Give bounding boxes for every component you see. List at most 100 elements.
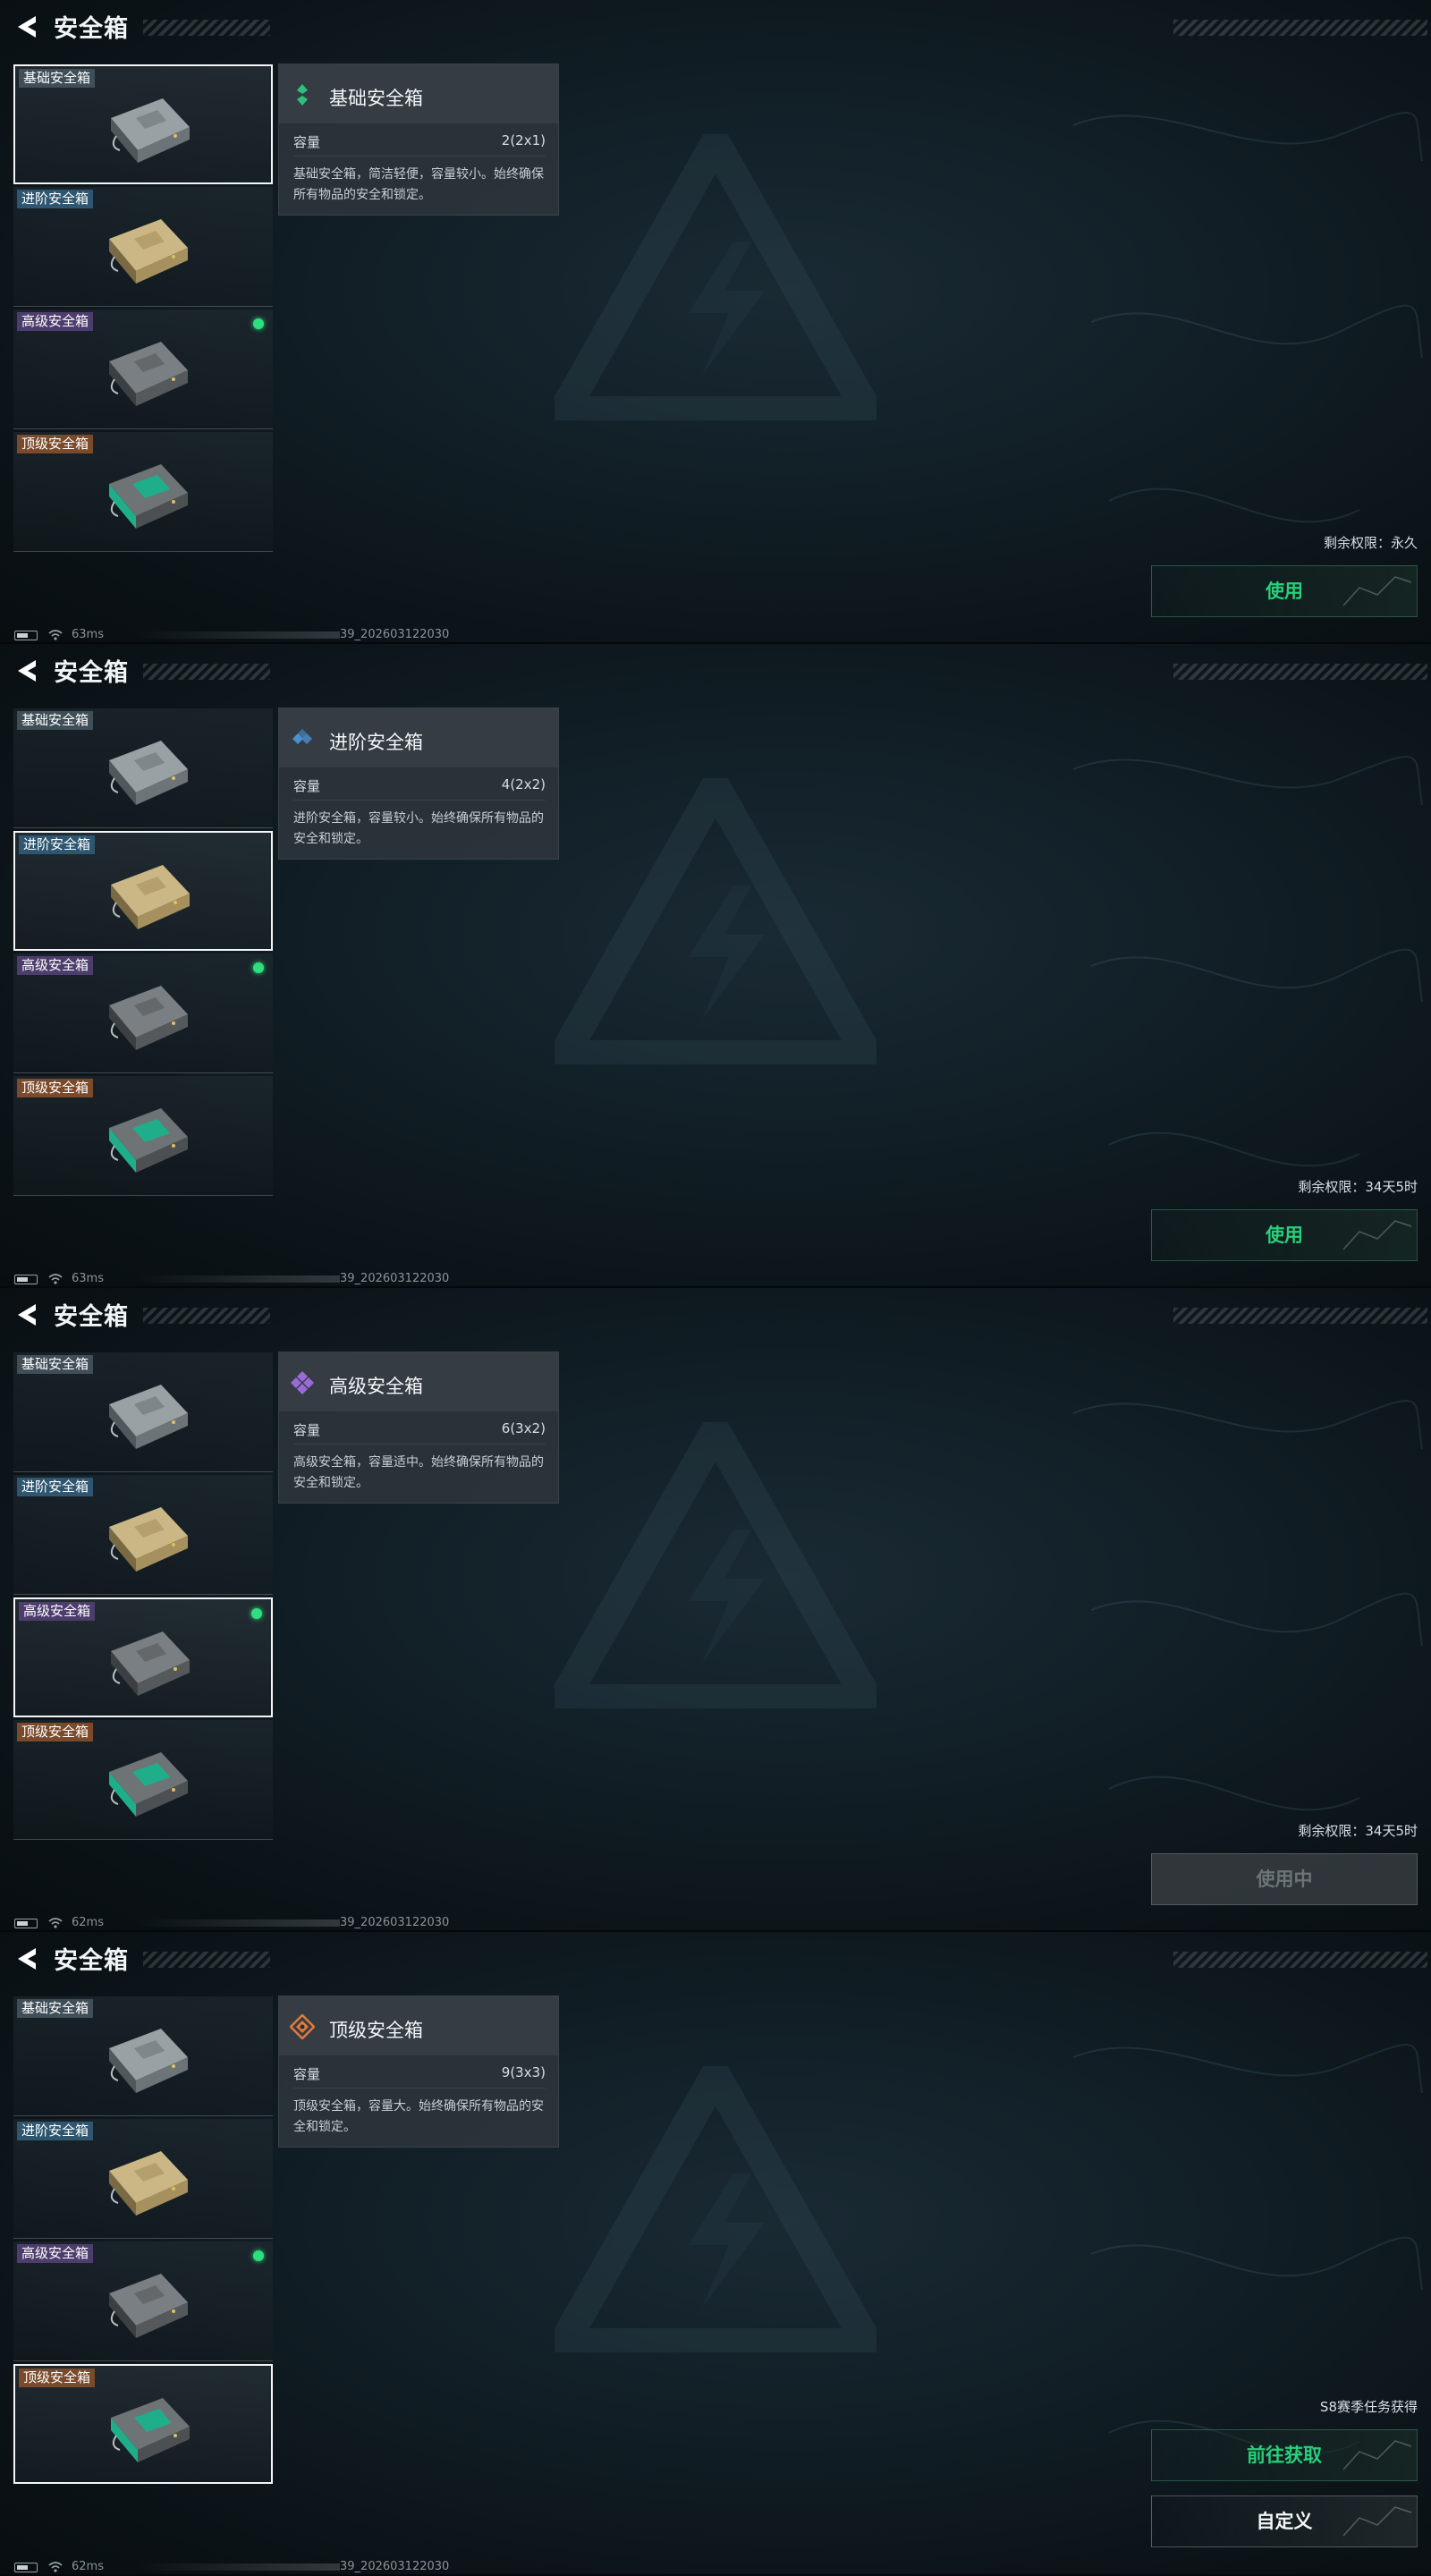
back-arrow-icon[interactable]	[13, 1299, 45, 1331]
header-hatch-decoration	[1173, 1308, 1427, 1324]
capacity-row: 容量 6(3x2)	[293, 1417, 546, 1445]
build-id: 39_202603122030	[340, 1272, 450, 1285]
safe-box-item-label: 顶级安全箱	[17, 1079, 94, 1097]
page-title: 安全箱	[54, 659, 129, 687]
header-hatch-decoration	[143, 20, 270, 36]
battery-icon	[14, 1919, 38, 1928]
safe-box-item[interactable]: 顶级安全箱	[13, 432, 273, 552]
safe-box-case-icon	[109, 464, 188, 529]
header-hatch-decoration	[1173, 1952, 1427, 1968]
use-button[interactable]: 使用	[1151, 565, 1418, 617]
safe-box-item-label: 进阶安全箱	[17, 1478, 94, 1496]
in-use-button: 使用中	[1151, 1853, 1418, 1905]
safe-box-case-icon	[109, 342, 188, 406]
safe-box-item-label: 顶级安全箱	[17, 1723, 94, 1741]
button-decoration	[1342, 576, 1412, 606]
background-logo-icon	[555, 2066, 876, 2352]
safe-box-case-icon	[109, 1752, 188, 1817]
remaining-permission: 剩余权限：永久	[1323, 535, 1418, 551]
header-hatch-decoration	[1173, 664, 1427, 680]
safe-box-list: 基础安全箱进阶安全箱高级安全箱顶级安全箱	[13, 1352, 273, 1843]
safe-box-item[interactable]: 顶级安全箱	[13, 2364, 273, 2484]
safe-box-list: 基础安全箱 进阶安全箱 高级安全箱 顶级安全箱	[13, 64, 273, 555]
safe-box-info-card: 高级安全箱 容量 6(3x2) 高级安全箱，容量适中。始终确保所有物品的安全和锁…	[278, 1352, 559, 1504]
safe-box-item[interactable]: 基础安全箱	[13, 708, 273, 828]
safe-box-case-icon	[111, 98, 190, 163]
safe-box-item[interactable]: 基础安全箱	[13, 1352, 273, 1472]
customize-button[interactable]: 自定义	[1151, 2496, 1418, 2547]
safe-box-item[interactable]: 进阶安全箱	[13, 187, 273, 307]
capacity-row: 容量 2(2x1)	[293, 129, 546, 157]
back-arrow-icon[interactable]	[13, 1943, 45, 1975]
safe-box-item-label: 高级安全箱	[17, 956, 94, 975]
use-button[interactable]: 使用	[1151, 1209, 1418, 1261]
status-bar: 63ms 39_202603122030	[0, 626, 1431, 644]
page-title: 安全箱	[54, 1947, 129, 1975]
safe-box-screen: 安全箱 基础安全箱 进阶安全箱 高级安全箱 顶级安全箱 基础安全箱 容量 2(2x1)…	[0, 0, 1431, 644]
background-logo-icon	[555, 1422, 876, 1708]
safe-box-item[interactable]: 顶级安全箱	[13, 1720, 273, 1840]
capacity-value: 2(2x1)	[501, 132, 546, 148]
safe-box-item[interactable]: 高级安全箱	[13, 1597, 273, 1717]
wifi-icon	[48, 630, 63, 640]
safe-box-item-label: 进阶安全箱	[17, 2122, 94, 2140]
info-card-header: 高级安全箱	[279, 1352, 558, 1411]
remaining-permission: S8赛季任务获得	[1319, 2399, 1418, 2415]
info-card-title: 进阶安全箱	[329, 732, 423, 753]
status-bar-fade	[134, 1275, 340, 1283]
background-logo-icon	[555, 778, 876, 1064]
safe-box-case-icon	[109, 2274, 188, 2338]
safe-box-item-label: 基础安全箱	[17, 1999, 94, 2018]
safe-box-item[interactable]: 高级安全箱	[13, 309, 273, 429]
rank-top-icon	[290, 2014, 315, 2039]
status-bar-fade	[134, 1919, 340, 1927]
button-label: 使用	[1266, 1224, 1303, 1246]
equipped-dot-icon	[253, 2250, 264, 2261]
safe-box-screen: 安全箱 基础安全箱 进阶安全箱 高级安全箱 顶级安全箱 顶级安全箱 容量 9(3x3)…	[0, 1932, 1431, 2576]
top-bar: 安全箱	[0, 1932, 1431, 1989]
background-map-lines	[1072, 112, 1423, 523]
back-arrow-icon[interactable]	[13, 11, 45, 43]
status-bar: 63ms 39_202603122030	[0, 1270, 1431, 1288]
go-obtain-button[interactable]: 前往获取	[1151, 2429, 1418, 2481]
capacity-row: 容量 4(2x2)	[293, 773, 546, 801]
capacity-label: 容量	[293, 1422, 321, 1438]
safe-box-item[interactable]: 顶级安全箱	[13, 1076, 273, 1196]
safe-box-case-icon	[111, 2398, 190, 2462]
safe-box-item[interactable]: 基础安全箱	[13, 1996, 273, 2116]
safe-box-item-label: 进阶安全箱	[19, 835, 96, 854]
background-logo-icon	[555, 134, 876, 420]
safe-box-item-label: 基础安全箱	[17, 711, 94, 730]
capacity-label: 容量	[293, 778, 321, 794]
rank-advanced-icon	[292, 729, 312, 744]
status-bar-fade	[134, 2563, 340, 2571]
button-decoration	[1342, 2440, 1412, 2470]
equipped-dot-icon	[253, 962, 264, 973]
info-card-header: 基础安全箱	[279, 64, 558, 123]
safe-box-screen: 安全箱 基础安全箱 进阶安全箱 高级安全箱 顶级安全箱 高级安全箱 容量 6(3x2)…	[0, 1288, 1431, 1932]
header-hatch-decoration	[143, 664, 270, 680]
back-arrow-icon[interactable]	[13, 655, 45, 687]
header-hatch-decoration	[143, 1308, 270, 1324]
safe-box-item[interactable]: 进阶安全箱	[13, 1475, 273, 1595]
safe-box-item[interactable]: 基础安全箱	[13, 64, 273, 184]
wifi-icon	[48, 2562, 63, 2572]
safe-box-item-label: 顶级安全箱	[19, 2368, 96, 2387]
battery-icon	[14, 1275, 38, 1284]
info-card-header: 顶级安全箱	[279, 1996, 558, 2055]
page-title: 安全箱	[54, 1303, 129, 1331]
safe-box-item[interactable]: 高级安全箱	[13, 953, 273, 1073]
info-card-title: 基础安全箱	[329, 88, 423, 109]
ping-readout: 63ms	[72, 1272, 104, 1285]
safe-box-item[interactable]: 进阶安全箱	[13, 2119, 273, 2239]
safe-box-item[interactable]: 高级安全箱	[13, 2241, 273, 2361]
safe-box-item[interactable]: 进阶安全箱	[13, 831, 273, 951]
info-card-title: 高级安全箱	[329, 1376, 423, 1397]
wifi-icon	[48, 1274, 63, 1284]
page-title: 安全箱	[54, 15, 129, 43]
safe-box-case-icon	[109, 1385, 188, 1449]
safe-box-item-label: 基础安全箱	[17, 1355, 94, 1374]
ping-readout: 62ms	[72, 2560, 104, 2573]
safe-box-info-card: 进阶安全箱 容量 4(2x2) 进阶安全箱，容量较小。始终确保所有物品的安全和锁…	[278, 708, 559, 860]
equipped-dot-icon	[253, 318, 264, 329]
